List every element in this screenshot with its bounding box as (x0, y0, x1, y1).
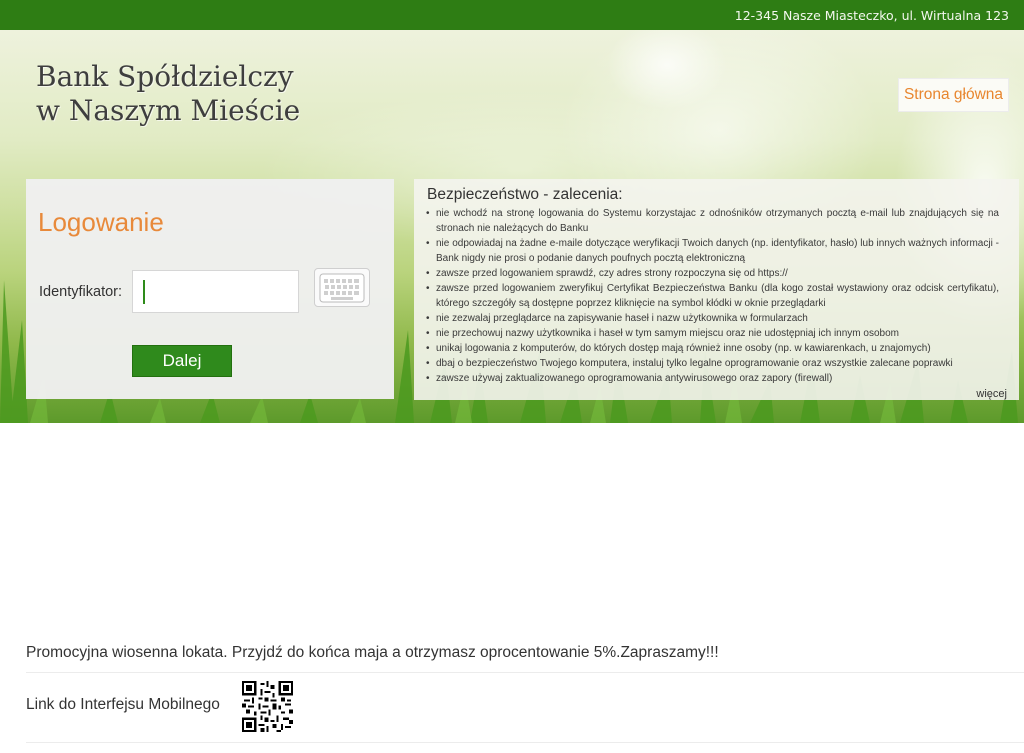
hero-banner: Bank Spółdzielczy w Naszym Mieście Stron… (0, 30, 1024, 423)
divider (26, 742, 1024, 743)
top-bar: 12-345 Nasze Miasteczko, ul. Wirtualna 1… (0, 0, 1024, 30)
more-link[interactable]: więcej (976, 388, 1007, 400)
home-page-button[interactable]: Strona główna (898, 78, 1009, 112)
security-item: nie wchodź na stronę logowania do System… (426, 206, 999, 236)
login-panel: Logowanie Identyfikator: Dalej (26, 179, 394, 399)
security-item: nie przechowuj nazwy użytkownika i haseł… (426, 326, 999, 341)
login-title: Logowanie (38, 207, 164, 237)
security-item: unikaj logowania z komputerów, do któryc… (426, 341, 999, 356)
security-recommendations-panel: Bezpieczeństwo - zalecenia: nie wchodź n… (414, 179, 1019, 400)
mobile-interface-link[interactable]: Link do Interfejsu Mobilnego (26, 696, 220, 714)
bank-name-line2: w Naszym Mieście (36, 94, 301, 127)
identifier-label: Identyfikator: (39, 284, 123, 300)
identifier-input[interactable] (132, 270, 299, 313)
security-list: nie wchodź na stronę logowania do System… (426, 206, 999, 386)
bank-name: Bank Spółdzielczy w Naszym Mieście (36, 60, 300, 128)
divider (26, 672, 1024, 673)
security-item: zawsze używaj zaktualizowanego oprogramo… (426, 371, 999, 386)
text-cursor (143, 280, 145, 304)
security-item: zawsze przed logowaniem sprawdź, czy adr… (426, 266, 999, 281)
next-button[interactable]: Dalej (132, 345, 232, 377)
security-item: nie odpowiadaj na żadne e-maile dotycząc… (426, 236, 999, 266)
security-title: Bezpieczeństwo - zalecenia: (427, 186, 623, 203)
keyboard-icon (319, 273, 365, 302)
security-item: nie zezwalaj przeglądarce na zapisywanie… (426, 311, 999, 326)
promo-text: Promocyjna wiosenna lokata. Przyjdź do k… (26, 644, 719, 661)
bank-name-line1: Bank Spółdzielczy (36, 60, 294, 93)
security-item: zawsze przed logowaniem zweryfikuj Certy… (426, 281, 999, 311)
bank-address: 12-345 Nasze Miasteczko, ul. Wirtualna 1… (734, 7, 1009, 23)
virtual-keyboard-button[interactable] (314, 268, 370, 307)
qr-code-icon[interactable] (242, 681, 293, 732)
security-item: dbaj o bezpieczeństwo Twojego komputera,… (426, 356, 999, 371)
